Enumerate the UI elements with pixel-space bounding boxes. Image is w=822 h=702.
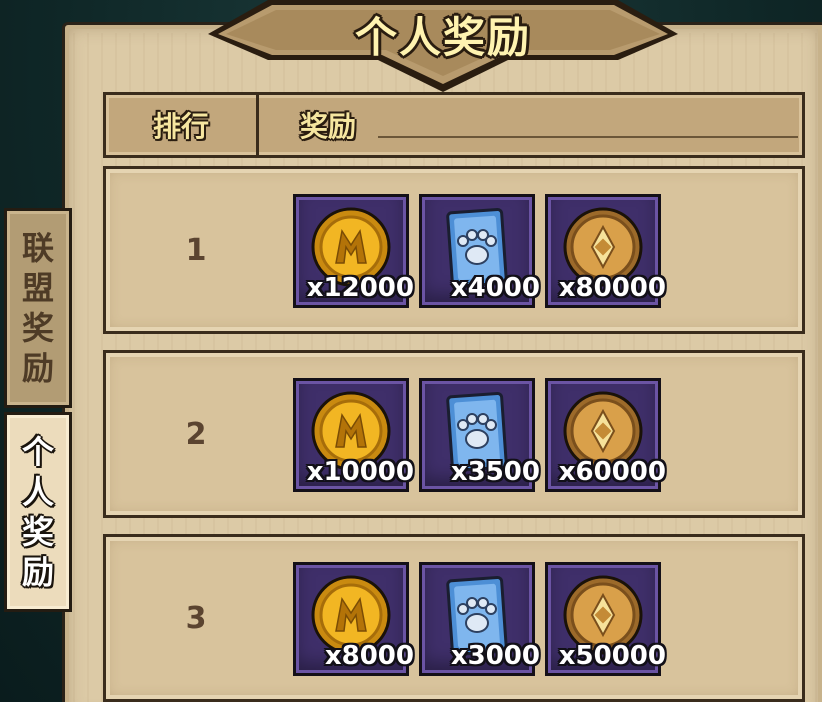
tab-label-char: 人 <box>21 473 54 511</box>
reward-items: x12000 x4000 x80000 <box>293 194 666 308</box>
tab-personal-rewards[interactable]: 个 人 奖 励 <box>4 412 72 612</box>
rank-column-header: 排行 <box>106 95 256 155</box>
table-row: 1 x12000 x4000 x80000 <box>103 166 805 334</box>
reward-item-bronze-coin[interactable]: x80000 <box>545 194 666 308</box>
header-divider <box>256 95 259 155</box>
tab-label-char: 奖 <box>21 309 54 347</box>
title-banner: 个人奖励 <box>208 0 678 92</box>
reward-item-paw-card[interactable]: x3500 <box>419 378 540 492</box>
tab-label-char: 盟 <box>21 269 54 307</box>
rank-number: 3 <box>185 600 207 636</box>
reward-items: x8000 x3000 x50000 <box>293 562 666 676</box>
rank-header-label: 排行 <box>152 110 209 143</box>
table-row: 2 x10000 x3500 x60000 <box>103 350 805 518</box>
tab-label-char: 个 <box>21 433 54 471</box>
quantity-label: x80000 <box>558 273 666 303</box>
reward-item-bronze-coin[interactable]: x60000 <box>545 378 666 492</box>
reward-column-header: 奖励 <box>300 95 356 155</box>
quantity-label: x3500 <box>450 457 540 487</box>
table-header: 排行 奖励 <box>103 92 805 158</box>
tab-label-char: 联 <box>21 229 54 267</box>
tab-label-char: 奖 <box>21 513 54 551</box>
quantity-label: x10000 <box>306 457 414 487</box>
quantity-label: x60000 <box>558 457 666 487</box>
rank-number: 1 <box>185 232 207 268</box>
tab-label-char: 励 <box>21 553 54 591</box>
tab-label-char: 励 <box>21 349 54 387</box>
header-underline <box>378 136 798 138</box>
reward-item-gold-coin[interactable]: x10000 <box>293 378 414 492</box>
table-row: 3 x8000 x3000 x50000 <box>103 534 805 702</box>
reward-item-gold-coin[interactable]: x12000 <box>293 194 414 308</box>
reward-items: x10000 x3500 x60000 <box>293 378 666 492</box>
reward-item-paw-card[interactable]: x3000 <box>419 562 540 676</box>
rank-number: 2 <box>185 416 207 452</box>
quantity-label: x4000 <box>450 273 540 303</box>
quantity-label: x8000 <box>324 641 414 671</box>
reward-item-paw-card[interactable]: x4000 <box>419 194 540 308</box>
reward-item-gold-coin[interactable]: x8000 <box>293 562 414 676</box>
reward-item-bronze-coin[interactable]: x50000 <box>545 562 666 676</box>
tab-alliance-rewards[interactable]: 联 盟 奖 励 <box>4 208 72 408</box>
reward-header-label: 奖励 <box>300 110 357 143</box>
page-title: 个人奖励 <box>354 13 531 62</box>
quantity-label: x12000 <box>306 273 414 303</box>
quantity-label: x50000 <box>558 641 666 671</box>
quantity-label: x3000 <box>450 641 540 671</box>
